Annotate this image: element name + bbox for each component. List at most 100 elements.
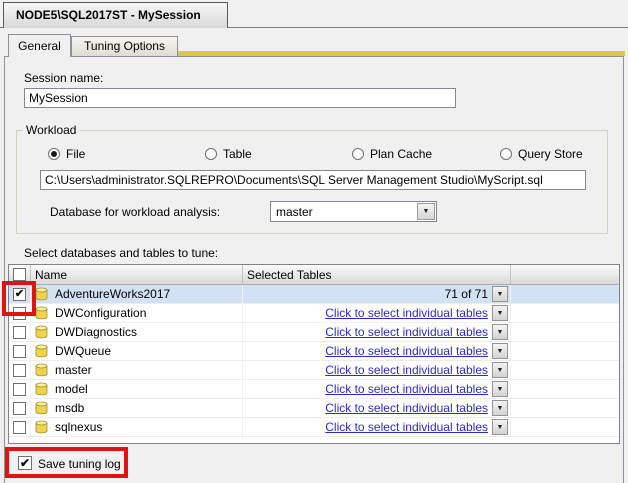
database-checkbox[interactable] xyxy=(13,325,26,339)
radio-file[interactable]: File xyxy=(48,147,85,161)
session-document-tab-label: NODE5\SQL2017ST - MySession xyxy=(16,8,201,22)
database-icon xyxy=(35,382,49,396)
database-checkbox-cell: ✔ xyxy=(9,285,31,303)
database-checkbox[interactable] xyxy=(13,420,26,434)
tables-dropdown-button[interactable]: ▼ xyxy=(492,305,508,321)
database-name-cell: sqlnexus xyxy=(31,418,243,436)
database-icon xyxy=(35,420,49,434)
tabstrip-accent-bar xyxy=(178,51,625,56)
select-individual-tables-link[interactable]: Click to select individual tables xyxy=(325,344,488,358)
database-checkbox-cell xyxy=(9,323,31,341)
select-individual-tables-link[interactable]: Click to select individual tables xyxy=(325,363,488,377)
database-checkbox[interactable] xyxy=(13,363,26,377)
column-header-name[interactable]: Name xyxy=(31,265,243,284)
select-individual-tables-link[interactable]: Click to select individual tables xyxy=(325,420,488,434)
database-name-cell: AdventureWorks2017 xyxy=(31,285,243,303)
session-name-label: Session name: xyxy=(24,71,104,85)
radio-label: Table xyxy=(223,147,252,161)
radio-table[interactable]: Table xyxy=(205,147,252,161)
radio-circle-icon xyxy=(352,148,364,160)
column-header-selected-tables[interactable]: Selected Tables xyxy=(243,265,511,284)
database-name: DWConfiguration xyxy=(55,306,147,320)
database-name: msdb xyxy=(55,401,85,415)
database-name: DWQueue xyxy=(55,344,112,358)
tables-dropdown-button[interactable]: ▼ xyxy=(492,324,508,340)
database-row-adventureworks2017[interactable]: ✔ AdventureWorks2017 71 of 71 ▼ xyxy=(9,285,619,304)
database-row-master[interactable]: master Click to select individual tables ▼ xyxy=(9,361,619,380)
radio-circle-icon xyxy=(205,148,217,160)
session-name-input[interactable] xyxy=(24,88,456,108)
database-checkbox-cell xyxy=(9,399,31,417)
database-name: DWDiagnostics xyxy=(55,325,138,339)
tables-dropdown-button[interactable]: ▼ xyxy=(492,343,508,359)
database-name-cell: DWDiagnostics xyxy=(31,323,243,341)
selected-tables-cell: Click to select individual tables ▼ xyxy=(243,323,511,341)
row-filler xyxy=(511,399,619,417)
row-filler xyxy=(511,342,619,360)
row-filler xyxy=(511,323,619,341)
database-name: master xyxy=(55,363,92,377)
database-icon xyxy=(35,325,49,339)
selected-tables-cell: 71 of 71 ▼ xyxy=(243,285,511,303)
tables-dropdown-button[interactable]: ▼ xyxy=(492,362,508,378)
radio-label: File xyxy=(66,147,86,161)
database-checkbox[interactable] xyxy=(13,401,26,415)
selected-tables-cell: Click to select individual tables ▼ xyxy=(243,342,511,360)
save-tuning-log-checkbox[interactable]: ✔ xyxy=(18,456,32,470)
select-individual-tables-link[interactable]: Click to select individual tables xyxy=(325,306,488,320)
database-name-cell: model xyxy=(31,380,243,398)
row-filler xyxy=(511,418,619,436)
session-document-tab[interactable]: NODE5\SQL2017ST - MySession xyxy=(3,2,228,28)
database-icon xyxy=(35,287,49,301)
database-checkbox[interactable] xyxy=(13,344,26,358)
workload-group-label: Workload xyxy=(22,123,81,137)
grid-header-row: Name Selected Tables xyxy=(9,265,619,285)
tab-tuning-options[interactable]: Tuning Options xyxy=(71,36,178,56)
database-name-cell: master xyxy=(31,361,243,379)
database-row-sqlnexus[interactable]: sqlnexus Click to select individual table… xyxy=(9,418,619,437)
row-filler xyxy=(511,304,619,322)
save-tuning-log-label: Save tuning log xyxy=(38,457,121,471)
radio-plan-cache[interactable]: Plan Cache xyxy=(352,147,432,161)
select-individual-tables-link[interactable]: Click to select individual tables xyxy=(325,401,488,415)
database-checkbox[interactable] xyxy=(13,306,26,320)
tab-general[interactable]: General xyxy=(8,34,71,57)
radio-circle-icon xyxy=(500,148,512,160)
database-row-dwdiagnostics[interactable]: DWDiagnostics Click to select individual … xyxy=(9,323,619,342)
selected-tables-count: 71 of 71 xyxy=(444,287,488,301)
database-icon xyxy=(35,363,49,377)
tables-dropdown-button[interactable]: ▼ xyxy=(492,381,508,397)
select-individual-tables-link[interactable]: Click to select individual tables xyxy=(325,325,488,339)
select-all-checkbox[interactable] xyxy=(13,268,26,281)
selected-tables-cell: Click to select individual tables ▼ xyxy=(243,399,511,417)
database-row-msdb[interactable]: msdb Click to select individual tables ▼ xyxy=(9,399,619,418)
select-individual-tables-link[interactable]: Click to select individual tables xyxy=(325,382,488,396)
row-filler xyxy=(511,285,619,303)
database-checkbox-cell xyxy=(9,418,31,436)
radio-circle-icon xyxy=(48,148,60,160)
tables-dropdown-button[interactable]: ▼ xyxy=(492,286,508,302)
database-for-analysis-label: Database for workload analysis: xyxy=(50,205,221,219)
selected-tables-cell: Click to select individual tables ▼ xyxy=(243,418,511,436)
chevron-down-icon[interactable]: ▼ xyxy=(417,203,435,220)
database-checkbox[interactable] xyxy=(13,382,26,396)
database-checkbox[interactable]: ✔ xyxy=(13,287,26,301)
workload-file-path-input[interactable] xyxy=(40,170,586,190)
database-name-cell: msdb xyxy=(31,399,243,417)
radio-query-store[interactable]: Query Store xyxy=(500,147,583,161)
tables-dropdown-button[interactable]: ▼ xyxy=(492,400,508,416)
database-row-dwconfiguration[interactable]: DWConfiguration Click to select individua… xyxy=(9,304,619,323)
selected-tables-cell: Click to select individual tables ▼ xyxy=(243,361,511,379)
database-row-model[interactable]: model Click to select individual tables ▼ xyxy=(9,380,619,399)
database-name-cell: DWConfiguration xyxy=(31,304,243,322)
tables-dropdown-button[interactable]: ▼ xyxy=(492,419,508,435)
database-name-cell: DWQueue xyxy=(31,342,243,360)
database-checkbox-cell xyxy=(9,304,31,322)
database-icon xyxy=(35,344,49,358)
radio-label: Query Store xyxy=(518,147,583,161)
document-tabbar: NODE5\SQL2017ST - MySession xyxy=(0,0,628,28)
database-name: sqlnexus xyxy=(55,420,103,434)
database-for-analysis-combobox[interactable]: master ▼ xyxy=(270,201,437,222)
database-row-dwqueue[interactable]: DWQueue Click to select individual tables… xyxy=(9,342,619,361)
databases-grid: Name Selected Tables ✔ AdventureWorks2017… xyxy=(8,264,620,444)
